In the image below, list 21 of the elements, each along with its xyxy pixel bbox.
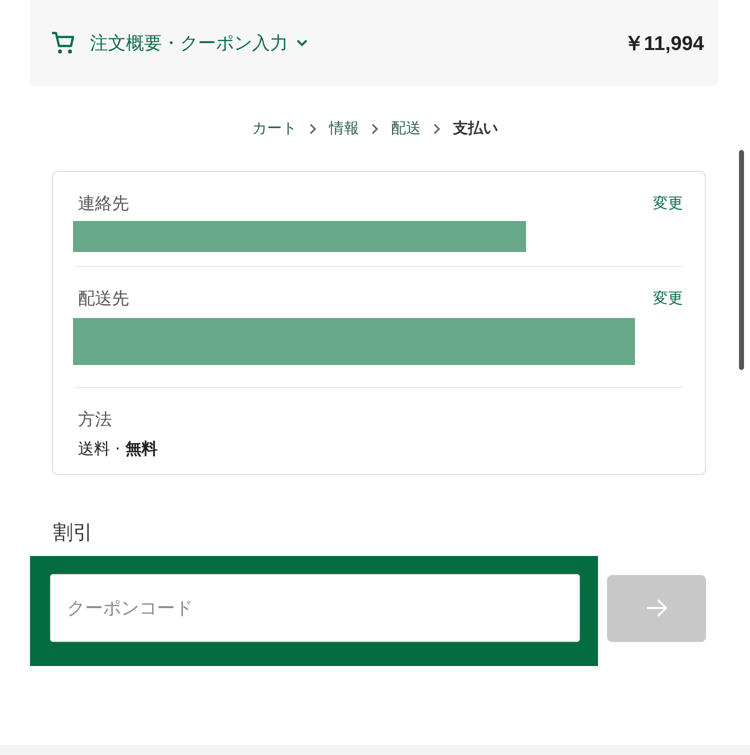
order-summary-toggle[interactable]: 注文概要・クーポン入力 [50, 30, 308, 56]
breadcrumb-item[interactable]: カート [252, 119, 297, 138]
row-label: 配送先 [78, 288, 129, 310]
cart-icon [50, 30, 76, 56]
coupon-field[interactable]: クーポンコード [50, 574, 580, 642]
row-label: 連絡先 [78, 193, 129, 215]
row-label: 方法 [78, 409, 112, 431]
order-total: ￥11,994 [624, 32, 704, 56]
chevron-right-icon [309, 122, 317, 134]
chevron-icon [296, 39, 308, 47]
shipping-value: 送料 · 無料 [78, 439, 158, 460]
chevron-right-icon [433, 122, 441, 134]
change-link[interactable]: 変更 [653, 194, 683, 213]
breadcrumb-item[interactable]: 配送 [391, 119, 421, 138]
change-link[interactable]: 変更 [653, 289, 683, 308]
breadcrumb-item: 支払い [453, 119, 498, 138]
scrollbar[interactable] [739, 150, 744, 370]
discount-heading: 割引 [53, 519, 94, 546]
breadcrumb-item[interactable]: 情報 [329, 119, 359, 138]
arrow-right-icon [644, 598, 668, 618]
chevron-right-icon [371, 122, 379, 134]
